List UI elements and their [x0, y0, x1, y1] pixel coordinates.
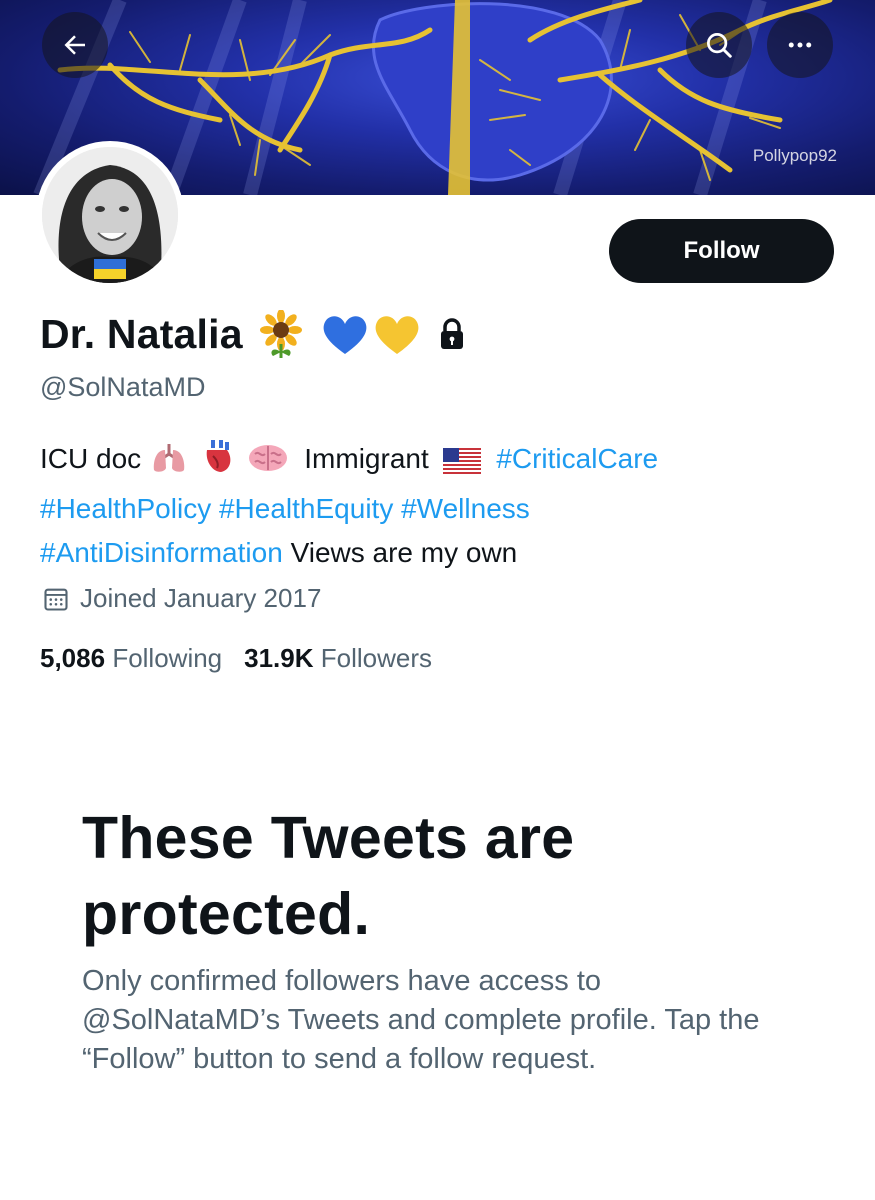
bio-text: ICU doc [40, 443, 142, 474]
bio-text: Views are my own [290, 537, 518, 568]
following-link[interactable]: 5,086 Following [40, 643, 222, 674]
hashtag-link[interactable]: #HealthPolicy [40, 493, 211, 524]
bio-text: Immigrant [304, 443, 429, 474]
anatomical-heart-icon [201, 438, 235, 487]
hashtag-link[interactable]: #HealthEquity [219, 493, 393, 524]
protected-title: These Tweets are protected. [82, 805, 575, 947]
lock-icon [440, 318, 463, 349]
following-count: 5,086 [40, 643, 106, 673]
bio-line-3: #AntiDisinformation Views are my own [40, 531, 840, 575]
hashtag-link[interactable]: #CriticalCare [496, 443, 658, 474]
bio-line-2: #HealthPolicy #HealthEquity #Wellness [40, 487, 840, 531]
followers-label: Followers [320, 643, 433, 673]
display-name: Dr. Natalia [40, 310, 243, 357]
banner-watermark: Pollypop92 [752, 146, 837, 165]
following-label: Following [112, 643, 223, 673]
avatar[interactable] [36, 141, 184, 289]
yellow-heart-icon [375, 316, 419, 354]
protected-message: Only confirmed followers have access to … [82, 965, 760, 1075]
profile-bio: ICU doc Immigrant #CriticalCare #HealthP… [40, 437, 840, 575]
profile-name-row: Dr. Natalia [40, 310, 467, 358]
joined-date: Joined January 2017 [42, 583, 321, 614]
blue-heart-icon [323, 316, 367, 354]
followers-count: 31.9K [244, 643, 314, 673]
calendar-icon [44, 588, 68, 611]
joined-text: Joined January 2017 [80, 583, 322, 613]
us-flag-icon [442, 443, 481, 487]
bio-line-1: ICU doc Immigrant #CriticalCare [40, 437, 840, 487]
profile-handle: @SolNataMD [40, 372, 206, 402]
avatar-photo [42, 147, 178, 283]
followers-link[interactable]: 31.9K Followers [244, 643, 432, 674]
name-emojis [259, 310, 467, 358]
hashtag-link[interactable]: #Wellness [401, 493, 530, 524]
more-button[interactable] [767, 12, 833, 78]
follow-stats: 5,086 Following 31.9K Followers [40, 643, 454, 674]
follow-button[interactable]: Follow [609, 219, 834, 283]
back-button[interactable] [42, 12, 108, 78]
lungs-icon [151, 442, 189, 487]
brain-icon [247, 442, 289, 487]
arrow-left-icon [64, 35, 85, 55]
search-button[interactable] [686, 12, 752, 78]
hashtag-link[interactable]: #AntiDisinformation [40, 537, 283, 568]
more-horizontal-icon [788, 42, 812, 48]
search-icon [707, 33, 732, 58]
sunflower-icon [259, 310, 302, 358]
